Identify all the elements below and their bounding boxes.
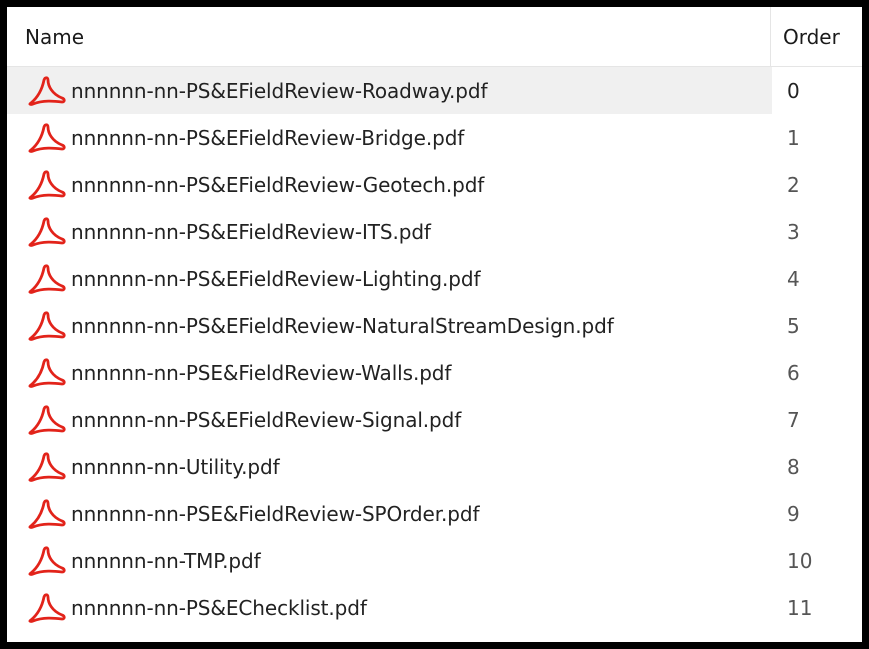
pdf-file-icon bbox=[27, 310, 67, 341]
table-row[interactable]: nnnnnn-nn-PS&EFieldReview-ITS.pdf 3 bbox=[7, 208, 862, 255]
pdf-file-icon bbox=[27, 75, 67, 106]
pdf-file-icon bbox=[27, 592, 67, 623]
file-name: nnnnnn-nn-TMP.pdf bbox=[71, 548, 261, 573]
file-name: nnnnnn-nn-PS&EChecklist.pdf bbox=[71, 595, 367, 620]
file-name: nnnnnn-nn-PSE&FieldReview-SPOrder.pdf bbox=[71, 501, 480, 526]
pdf-file-icon bbox=[27, 404, 67, 435]
table-row[interactable]: nnnnnn-nn-TMP.pdf 10 bbox=[7, 537, 862, 584]
file-name: nnnnnn-nn-Utility.pdf bbox=[71, 454, 280, 479]
table-row[interactable]: nnnnnn-nn-PS&EFieldReview-Geotech.pdf 2 bbox=[7, 161, 862, 208]
column-header-row: Name Order bbox=[7, 7, 862, 67]
order-cell[interactable]: 11 bbox=[787, 584, 862, 631]
table-row[interactable]: nnnnnn-nn-PSE&FieldReview-Walls.pdf 6 bbox=[7, 349, 862, 396]
order-cell[interactable]: 0 bbox=[787, 67, 862, 114]
order-cell[interactable]: 3 bbox=[787, 208, 862, 255]
name-cell[interactable]: nnnnnn-nn-PS&EFieldReview-Bridge.pdf bbox=[7, 114, 772, 161]
table-row[interactable]: nnnnnn-nn-PS&EFieldReview-Signal.pdf 7 bbox=[7, 396, 862, 443]
table-row[interactable]: nnnnnn-nn-PS&EFieldReview-Roadway.pdf 0 bbox=[7, 67, 862, 114]
pdf-file-icon bbox=[27, 216, 67, 247]
order-cell[interactable]: 5 bbox=[787, 302, 862, 349]
table-row[interactable]: nnnnnn-nn-PS&EChecklist.pdf 11 bbox=[7, 584, 862, 631]
order-cell[interactable]: 6 bbox=[787, 349, 862, 396]
pdf-file-icon bbox=[27, 357, 67, 388]
name-cell[interactable]: nnnnnn-nn-PS&EFieldReview-Geotech.pdf bbox=[7, 161, 772, 208]
name-column-header[interactable]: Name bbox=[7, 7, 771, 66]
pdf-file-icon bbox=[27, 498, 67, 529]
file-name: nnnnnn-nn-PS&EFieldReview-Roadway.pdf bbox=[71, 78, 488, 103]
order-cell[interactable]: 4 bbox=[787, 255, 862, 302]
order-cell[interactable]: 9 bbox=[787, 490, 862, 537]
pdf-file-icon bbox=[27, 263, 67, 294]
table-row[interactable]: nnnnnn-nn-PS&EFieldReview-NaturalStreamD… bbox=[7, 302, 862, 349]
name-cell[interactable]: nnnnnn-nn-TMP.pdf bbox=[7, 537, 772, 584]
table-row[interactable]: nnnnnn-nn-Utility.pdf 8 bbox=[7, 443, 862, 490]
file-name: nnnnnn-nn-PS&EFieldReview-NaturalStreamD… bbox=[71, 313, 614, 338]
file-name: nnnnnn-nn-PSE&FieldReview-Walls.pdf bbox=[71, 360, 452, 385]
file-name: nnnnnn-nn-PS&EFieldReview-Bridge.pdf bbox=[71, 125, 465, 150]
pdf-file-icon bbox=[27, 169, 67, 200]
table-row[interactable]: nnnnnn-nn-PS&EFieldReview-Bridge.pdf 1 bbox=[7, 114, 862, 161]
order-cell[interactable]: 7 bbox=[787, 396, 862, 443]
file-name: nnnnnn-nn-PS&EFieldReview-Lighting.pdf bbox=[71, 266, 481, 291]
order-cell[interactable]: 2 bbox=[787, 161, 862, 208]
pdf-file-icon bbox=[27, 451, 67, 482]
file-name: nnnnnn-nn-PS&EFieldReview-Geotech.pdf bbox=[71, 172, 485, 197]
name-cell[interactable]: nnnnnn-nn-PS&EChecklist.pdf bbox=[7, 584, 772, 631]
file-list-view: Name Order nnnnnn-nn-PS&EFieldReview-Roa… bbox=[7, 7, 862, 642]
order-cell[interactable]: 10 bbox=[787, 537, 862, 584]
name-cell[interactable]: nnnnnn-nn-PS&EFieldReview-ITS.pdf bbox=[7, 208, 772, 255]
name-cell[interactable]: nnnnnn-nn-PSE&FieldReview-Walls.pdf bbox=[7, 349, 772, 396]
file-name: nnnnnn-nn-PS&EFieldReview-Signal.pdf bbox=[71, 407, 462, 432]
order-cell[interactable]: 1 bbox=[787, 114, 862, 161]
pdf-file-icon bbox=[27, 545, 67, 576]
order-cell[interactable]: 8 bbox=[787, 443, 862, 490]
name-cell[interactable]: nnnnnn-nn-PSE&FieldReview-SPOrder.pdf bbox=[7, 490, 772, 537]
name-cell[interactable]: nnnnnn-nn-PS&EFieldReview-Roadway.pdf bbox=[7, 67, 772, 114]
name-cell[interactable]: nnnnnn-nn-PS&EFieldReview-Lighting.pdf bbox=[7, 255, 772, 302]
pdf-file-icon bbox=[27, 122, 67, 153]
name-cell[interactable]: nnnnnn-nn-PS&EFieldReview-NaturalStreamD… bbox=[7, 302, 772, 349]
order-column-header[interactable]: Order bbox=[772, 7, 862, 66]
file-name: nnnnnn-nn-PS&EFieldReview-ITS.pdf bbox=[71, 219, 431, 244]
table-row[interactable]: nnnnnn-nn-PSE&FieldReview-SPOrder.pdf 9 bbox=[7, 490, 862, 537]
name-cell[interactable]: nnnnnn-nn-PS&EFieldReview-Signal.pdf bbox=[7, 396, 772, 443]
name-cell[interactable]: nnnnnn-nn-Utility.pdf bbox=[7, 443, 772, 490]
table-row[interactable]: nnnnnn-nn-PS&EFieldReview-Lighting.pdf 4 bbox=[7, 255, 862, 302]
